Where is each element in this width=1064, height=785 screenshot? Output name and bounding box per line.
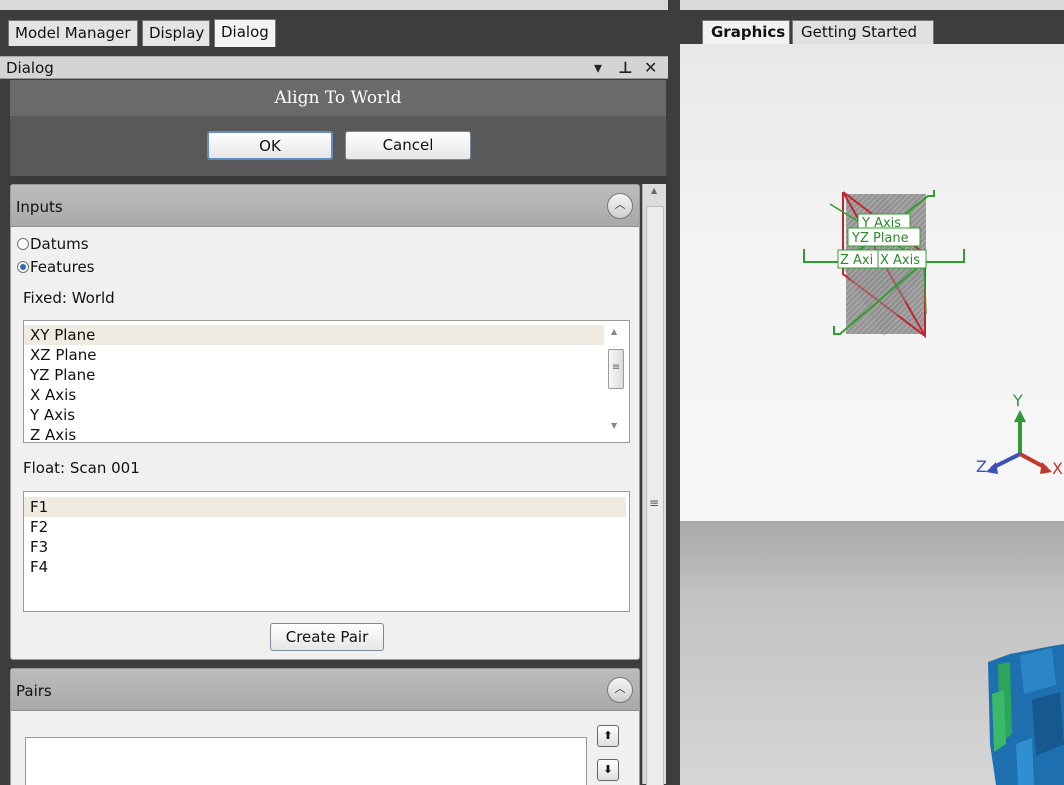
inputs-title: Inputs xyxy=(16,198,63,216)
ok-button[interactable]: OK xyxy=(207,131,333,160)
right-tab-bar: Graphics Getting Started xyxy=(680,10,1064,44)
dialog-button-bar: OK Cancel xyxy=(10,116,666,176)
pin-icon[interactable]: ⊥ xyxy=(618,58,633,77)
scroll-up-icon[interactable]: ▲ xyxy=(611,327,617,336)
axis-triad: Y Z X xyxy=(976,391,1063,478)
inputs-group: Inputs ︿ Datums Features Fixed: World XY… xyxy=(10,184,640,660)
scroll-down-icon[interactable]: ▼ xyxy=(611,421,617,430)
pairs-title: Pairs xyxy=(16,682,52,700)
list-item[interactable]: F3 xyxy=(24,537,626,557)
radio-features-label: Features xyxy=(30,258,95,276)
label-z-axis: Z Axi xyxy=(840,253,873,268)
float-label: Float: Scan 001 xyxy=(23,459,140,477)
fixed-list-scrollbar[interactable]: ▲ ≡ ▼ xyxy=(607,325,625,438)
scroll-grip-icon[interactable]: ≡ xyxy=(649,496,659,510)
graphics-panel: Graphics Getting Started Y Axis YZ Plane… xyxy=(680,0,1064,785)
top-strip xyxy=(0,0,668,10)
panel-scrollbar[interactable]: ▲ ≡ xyxy=(642,184,666,785)
pairs-listbox[interactable] xyxy=(25,737,587,785)
list-item[interactable]: XY Plane xyxy=(24,325,604,345)
pairs-header[interactable]: Pairs ︿ xyxy=(11,669,639,711)
radio-datums-label: Datums xyxy=(30,235,89,253)
dialog-title: Align To World xyxy=(10,80,666,116)
list-item[interactable]: XZ Plane xyxy=(24,345,604,365)
list-item[interactable]: YZ Plane xyxy=(24,365,604,385)
divider xyxy=(10,176,666,184)
list-item[interactable]: F4 xyxy=(24,557,626,577)
triad-y-label: Y xyxy=(1012,391,1023,410)
list-item[interactable]: F2 xyxy=(24,517,626,537)
list-item[interactable]: Y Axis xyxy=(24,405,604,425)
collapse-inputs-icon[interactable]: ︿ xyxy=(607,193,633,219)
left-tab-bar: Model Manager Display Dialog xyxy=(0,10,668,47)
radio-datums[interactable]: Datums xyxy=(17,235,89,253)
collapse-pairs-icon[interactable]: ︿ xyxy=(607,677,633,703)
close-icon[interactable]: ✕ xyxy=(644,58,657,77)
create-pair-button[interactable]: Create Pair xyxy=(270,623,384,651)
radio-features[interactable]: Features xyxy=(17,258,95,276)
radio-datums-indicator[interactable] xyxy=(17,238,29,250)
dialog-panel: Model Manager Display Dialog Dialog ▾ ⊥ … xyxy=(0,0,668,785)
float-listbox[interactable]: F1 F2 F3 F4 xyxy=(23,491,630,612)
inputs-header[interactable]: Inputs ︿ xyxy=(11,185,639,227)
tab-model-manager[interactable]: Model Manager xyxy=(8,20,138,46)
list-item[interactable]: X Axis xyxy=(24,385,604,405)
panel-titlebar: Dialog ▾ ⊥ ✕ xyxy=(0,56,668,79)
dropdown-icon[interactable]: ▾ xyxy=(594,58,602,77)
scene-svg: Y Axis YZ Plane Z Axi X Axis Y Z X xyxy=(803,190,1064,785)
tab-graphics[interactable]: Graphics xyxy=(702,20,790,44)
list-item[interactable]: F1 xyxy=(24,497,626,517)
panel-title: Dialog xyxy=(6,59,54,77)
fixed-listbox[interactable]: XY Plane XZ Plane YZ Plane X Axis Y Axis… xyxy=(23,320,630,443)
move-down-icon[interactable]: ⬇ xyxy=(597,759,619,781)
tab-display[interactable]: Display xyxy=(142,20,210,46)
tab-getting-started[interactable]: Getting Started xyxy=(792,20,934,44)
top-strip xyxy=(680,0,1064,10)
move-up-icon[interactable]: ⬆ xyxy=(597,725,619,747)
splitter[interactable] xyxy=(668,0,680,785)
label-x-axis: X Axis xyxy=(880,253,920,268)
fixed-label: Fixed: World xyxy=(23,289,115,307)
pairs-group: Pairs ︿ ⬆ ⬇ xyxy=(10,668,640,785)
cancel-button[interactable]: Cancel xyxy=(345,131,471,160)
list-item[interactable]: Z Axis xyxy=(24,425,604,442)
scan-model[interactable] xyxy=(988,644,1064,785)
triad-z-label: Z xyxy=(976,457,987,476)
graphics-viewport[interactable]: Y Axis YZ Plane Z Axi X Axis Y Z X xyxy=(680,44,1064,785)
scroll-up-icon[interactable]: ▲ xyxy=(651,186,657,195)
triad-x-label: X xyxy=(1052,459,1063,478)
label-yz-plane: YZ Plane xyxy=(851,231,909,246)
scroll-thumb[interactable]: ≡ xyxy=(608,349,624,389)
tab-dialog[interactable]: Dialog xyxy=(214,19,276,47)
radio-features-indicator[interactable] xyxy=(17,261,29,273)
